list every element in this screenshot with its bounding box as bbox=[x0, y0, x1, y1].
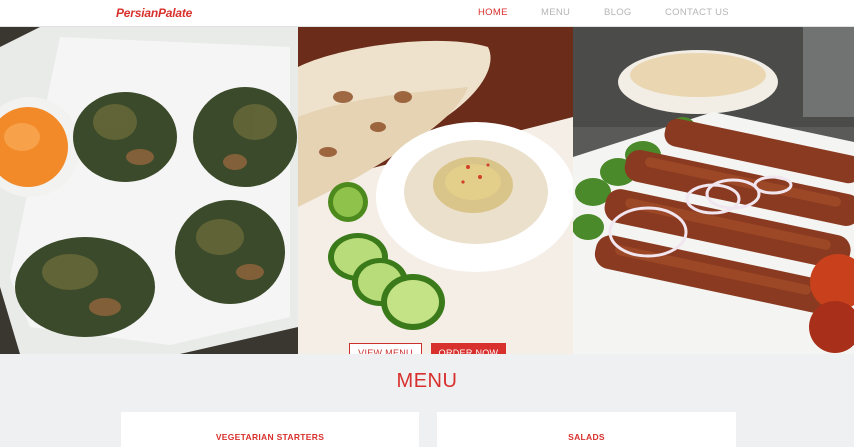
hummus-and-bread-photo bbox=[298, 27, 573, 354]
menu-card-title: VEGETARIAN STARTERS bbox=[215, 432, 325, 442]
nav-link-contact[interactable]: CONTACT US bbox=[665, 7, 729, 18]
nav-link-home[interactable]: HOME bbox=[478, 7, 508, 18]
order-now-button[interactable]: ORDER NOW bbox=[431, 343, 506, 354]
menu-section-title: MENU bbox=[396, 370, 458, 392]
nav-link-menu[interactable]: MENU bbox=[541, 7, 570, 18]
nav-link-blog[interactable]: BLOG bbox=[604, 7, 632, 18]
menu-card-vegetarian-starters: VEGETARIAN STARTERS bbox=[121, 412, 419, 447]
vegetable-fritters-photo bbox=[0, 27, 298, 354]
top-navbar: PersianPalate HOME MENU BLOG CONTACT US bbox=[0, 0, 854, 27]
kebab-platter-photo bbox=[573, 27, 854, 354]
view-menu-button[interactable]: VIEW MENU bbox=[349, 343, 422, 354]
logo[interactable]: PersianPalate bbox=[116, 6, 192, 20]
menu-card-title: SALADS bbox=[568, 432, 605, 442]
menu-card-salads: SALADS bbox=[437, 412, 736, 447]
hero-banner: VIEW MENU ORDER NOW bbox=[0, 27, 854, 354]
